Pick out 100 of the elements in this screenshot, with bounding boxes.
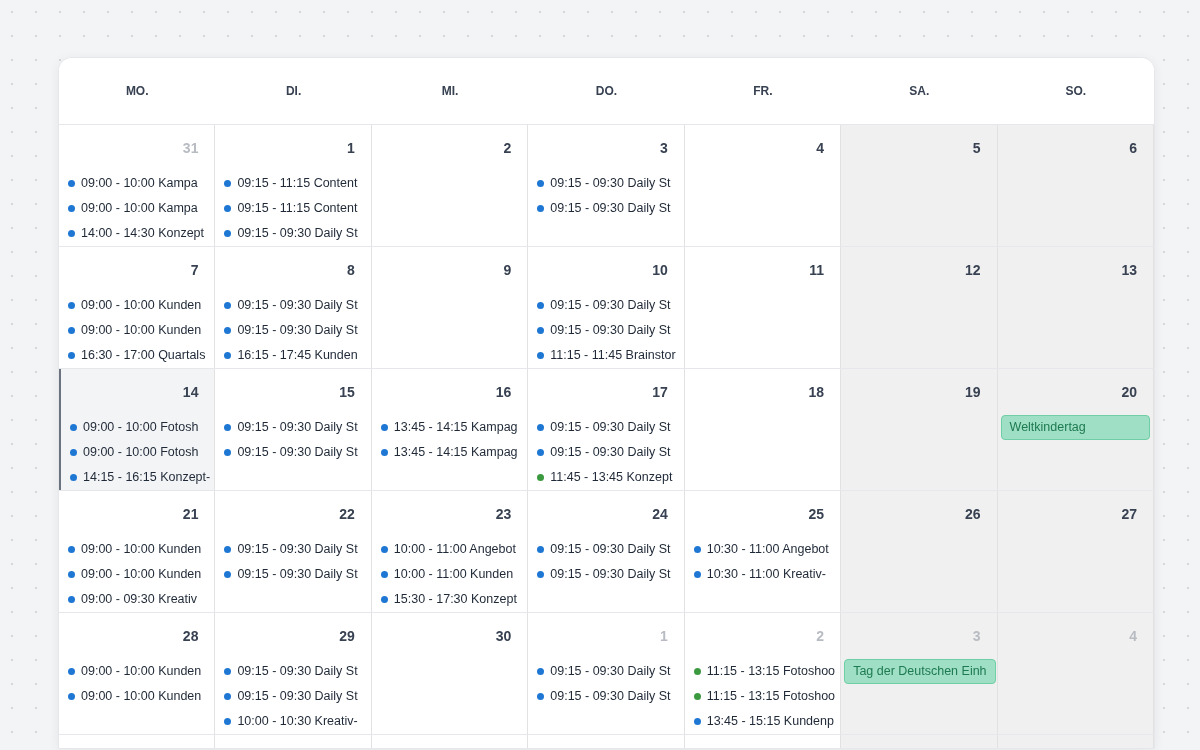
event-title[interactable]: 09:15 - 09:30 Daily St [550, 199, 671, 218]
event-title[interactable]: 09:00 - 10:00 Kampa [81, 174, 198, 193]
event-title[interactable]: 09:15 - 09:30 Daily St [550, 540, 671, 559]
weekday-label: SO. [1065, 83, 1087, 100]
day-cell[interactable] [215, 735, 372, 748]
event-title[interactable]: 09:15 - 09:30 Daily St [550, 565, 671, 584]
day-number: 18 [808, 383, 825, 402]
day-cell[interactable]: 31 09:00 - 10:00 Kampa 09:00 - 10:00 Kampa 14:00 - 14:30 Konzept [59, 125, 216, 246]
event-title[interactable]: 09:15 - 09:30 Daily St [237, 540, 358, 559]
day-cell[interactable]: 26 [841, 491, 998, 612]
event-title[interactable]: 11:15 - 13:15 Fotoshoo [706, 687, 836, 706]
event-title[interactable]: 09:00 - 10:00 Fotosh [83, 443, 199, 462]
event-title[interactable]: 09:15 - 09:30 Daily St [237, 662, 358, 681]
day-cell[interactable]: 5 [841, 125, 998, 246]
day-number: 8 [347, 261, 355, 280]
day-number: 12 [965, 261, 981, 280]
day-number: 1 [659, 627, 668, 646]
event-title[interactable]: 14:00 - 14:30 Konzept [81, 224, 204, 243]
event-title[interactable]: 09:00 - 10:00 Kunden [81, 321, 202, 340]
event-title[interactable]: 15:30 - 17:30 Konzept [393, 590, 517, 609]
event-title[interactable]: 10:30 - 11:00 Angebot [706, 540, 829, 559]
event-title[interactable]: 09:15 - 09:30 Daily St [550, 296, 671, 315]
holiday-chip[interactable]: Tag der Deutschen Einh [844, 659, 996, 684]
weekday-label: DI. [285, 83, 302, 100]
day-number: 14 [182, 383, 199, 402]
day-number: 6 [1129, 139, 1137, 158]
event-title[interactable]: 11:15 - 13:15 Fotoshoo [706, 662, 836, 681]
event-title[interactable]: 09:15 - 09:30 Daily St [550, 174, 671, 193]
day-number: 22 [339, 505, 355, 524]
event-title[interactable]: 09:00 - 10:00 Kunden [81, 662, 202, 681]
day-number: 21 [182, 505, 199, 524]
event-title[interactable]: 09:15 - 11:15 Content [237, 199, 358, 218]
event-title[interactable]: 09:15 - 09:30 Daily St [237, 565, 358, 584]
event-title[interactable]: 13:45 - 14:15 Kampag [393, 418, 518, 437]
day-number: 4 [1129, 627, 1137, 646]
day-number: 10 [652, 261, 668, 280]
day-number: 31 [182, 139, 199, 158]
day-cell[interactable]: 6 [997, 125, 1154, 246]
day-cell[interactable]: 14 09:00 - 10:00 Fotosh 09:00 - 10:00 Fotosh 14:15 - 16:15 Konzept- [59, 369, 216, 490]
event-title[interactable]: 13:45 - 14:15 Kampag [393, 443, 518, 462]
day-number: 27 [1121, 505, 1137, 524]
event-title[interactable]: 11:45 - 13:45 Konzept [550, 468, 673, 487]
event-title[interactable]: 09:15 - 09:30 Daily St [550, 418, 671, 437]
day-number: 23 [495, 505, 512, 524]
day-cell[interactable] [528, 735, 685, 748]
event-title[interactable]: 09:00 - 10:00 Kunden [81, 687, 202, 706]
day-cell[interactable]: 7 09:00 - 10:00 Kunden 09:00 - 10:00 Kunden 16:30 - 17:00 Quartals [59, 247, 216, 368]
day-number: 24 [652, 505, 668, 524]
event-title[interactable]: 09:15 - 09:30 Daily St [237, 687, 358, 706]
day-number: 2 [816, 627, 825, 646]
event-title[interactable]: 09:15 - 11:15 Content [237, 174, 358, 193]
day-cell[interactable]: 20 Weltkindertag [997, 369, 1154, 490]
event-title[interactable]: 09:15 - 09:30 Daily St [550, 443, 671, 462]
event-title[interactable]: 09:00 - 10:00 Kunden [81, 540, 202, 559]
event-title[interactable]: 10:00 - 11:00 Kunden [393, 565, 514, 584]
day-number: 16 [495, 383, 512, 402]
weekday-label: SA. [909, 83, 930, 100]
day-cell[interactable]: 21 09:00 - 10:00 Kunden 09:00 - 10:00 Kunden 09:00 - 09:30 Kreativ [59, 491, 216, 612]
day-cell[interactable]: 28 09:00 - 10:00 Kunden 09:00 - 10:00 Kunden [59, 613, 216, 734]
day-cell[interactable] [59, 735, 216, 748]
holiday-chip[interactable]: Weltkindertag [1000, 415, 1150, 440]
day-cell[interactable]: 27 [997, 491, 1154, 612]
day-cell[interactable]: 13 [997, 247, 1154, 368]
day-cell[interactable] [841, 735, 998, 748]
event-title[interactable]: 09:15 - 09:30 Daily St [237, 321, 358, 340]
day-number: 20 [1121, 383, 1137, 402]
event-title[interactable]: 09:15 - 09:30 Daily St [237, 296, 358, 315]
day-number: 1 [347, 139, 355, 158]
day-number: 17 [652, 383, 668, 402]
weekday-label: DO. [595, 83, 618, 100]
day-cell[interactable] [371, 735, 529, 748]
day-cell[interactable]: 3 Tag der Deutschen Einh [841, 613, 998, 734]
event-title[interactable]: 13:45 - 15:15 Kundenp [706, 712, 834, 731]
weekday-label: FR. [753, 83, 773, 100]
event-title[interactable]: 09:15 - 09:30 Daily St [237, 224, 358, 243]
event-title[interactable]: 09:00 - 10:00 Fotosh [83, 418, 199, 437]
event-title[interactable]: 09:15 - 09:30 Daily St [550, 321, 671, 340]
event-title[interactable]: 09:15 - 09:30 Daily St [550, 662, 671, 681]
day-cell[interactable] [684, 735, 842, 748]
day-number: 30 [495, 627, 512, 646]
day-number: 11 [809, 261, 825, 280]
event-title[interactable]: 09:00 - 10:00 Kunden [81, 296, 202, 315]
event-title[interactable]: 09:15 - 09:30 Daily St [550, 687, 671, 706]
event-title[interactable]: 10:00 - 10:30 Kreativ- [237, 712, 358, 731]
event-title[interactable]: 10:00 - 11:00 Angebot [393, 540, 516, 559]
event-title[interactable]: 11:15 - 11:45 Brainstor [550, 346, 676, 365]
event-title[interactable]: 09:00 - 10:00 Kunden [81, 565, 202, 584]
event-title[interactable]: 09:00 - 09:30 Kreativ [81, 590, 198, 609]
event-title[interactable]: 09:15 - 09:30 Daily St [237, 443, 358, 462]
event-title[interactable]: 16:15 - 17:45 Kunden [237, 346, 358, 365]
event-title[interactable]: 14:15 - 16:15 Konzept- [83, 468, 211, 487]
event-title[interactable]: 09:15 - 09:30 Daily St [237, 418, 358, 437]
day-number: 4 [816, 139, 825, 158]
day-number: 3 [972, 627, 981, 646]
event-title[interactable]: 16:30 - 17:00 Quartals [81, 346, 206, 365]
event-title[interactable]: 09:00 - 10:00 Kampa [81, 199, 198, 218]
day-number: 2 [503, 139, 512, 158]
event-title[interactable]: 10:30 - 11:00 Kreativ- [706, 565, 826, 584]
day-cell[interactable]: 19 [841, 369, 998, 490]
day-cell[interactable]: 12 [841, 247, 998, 368]
